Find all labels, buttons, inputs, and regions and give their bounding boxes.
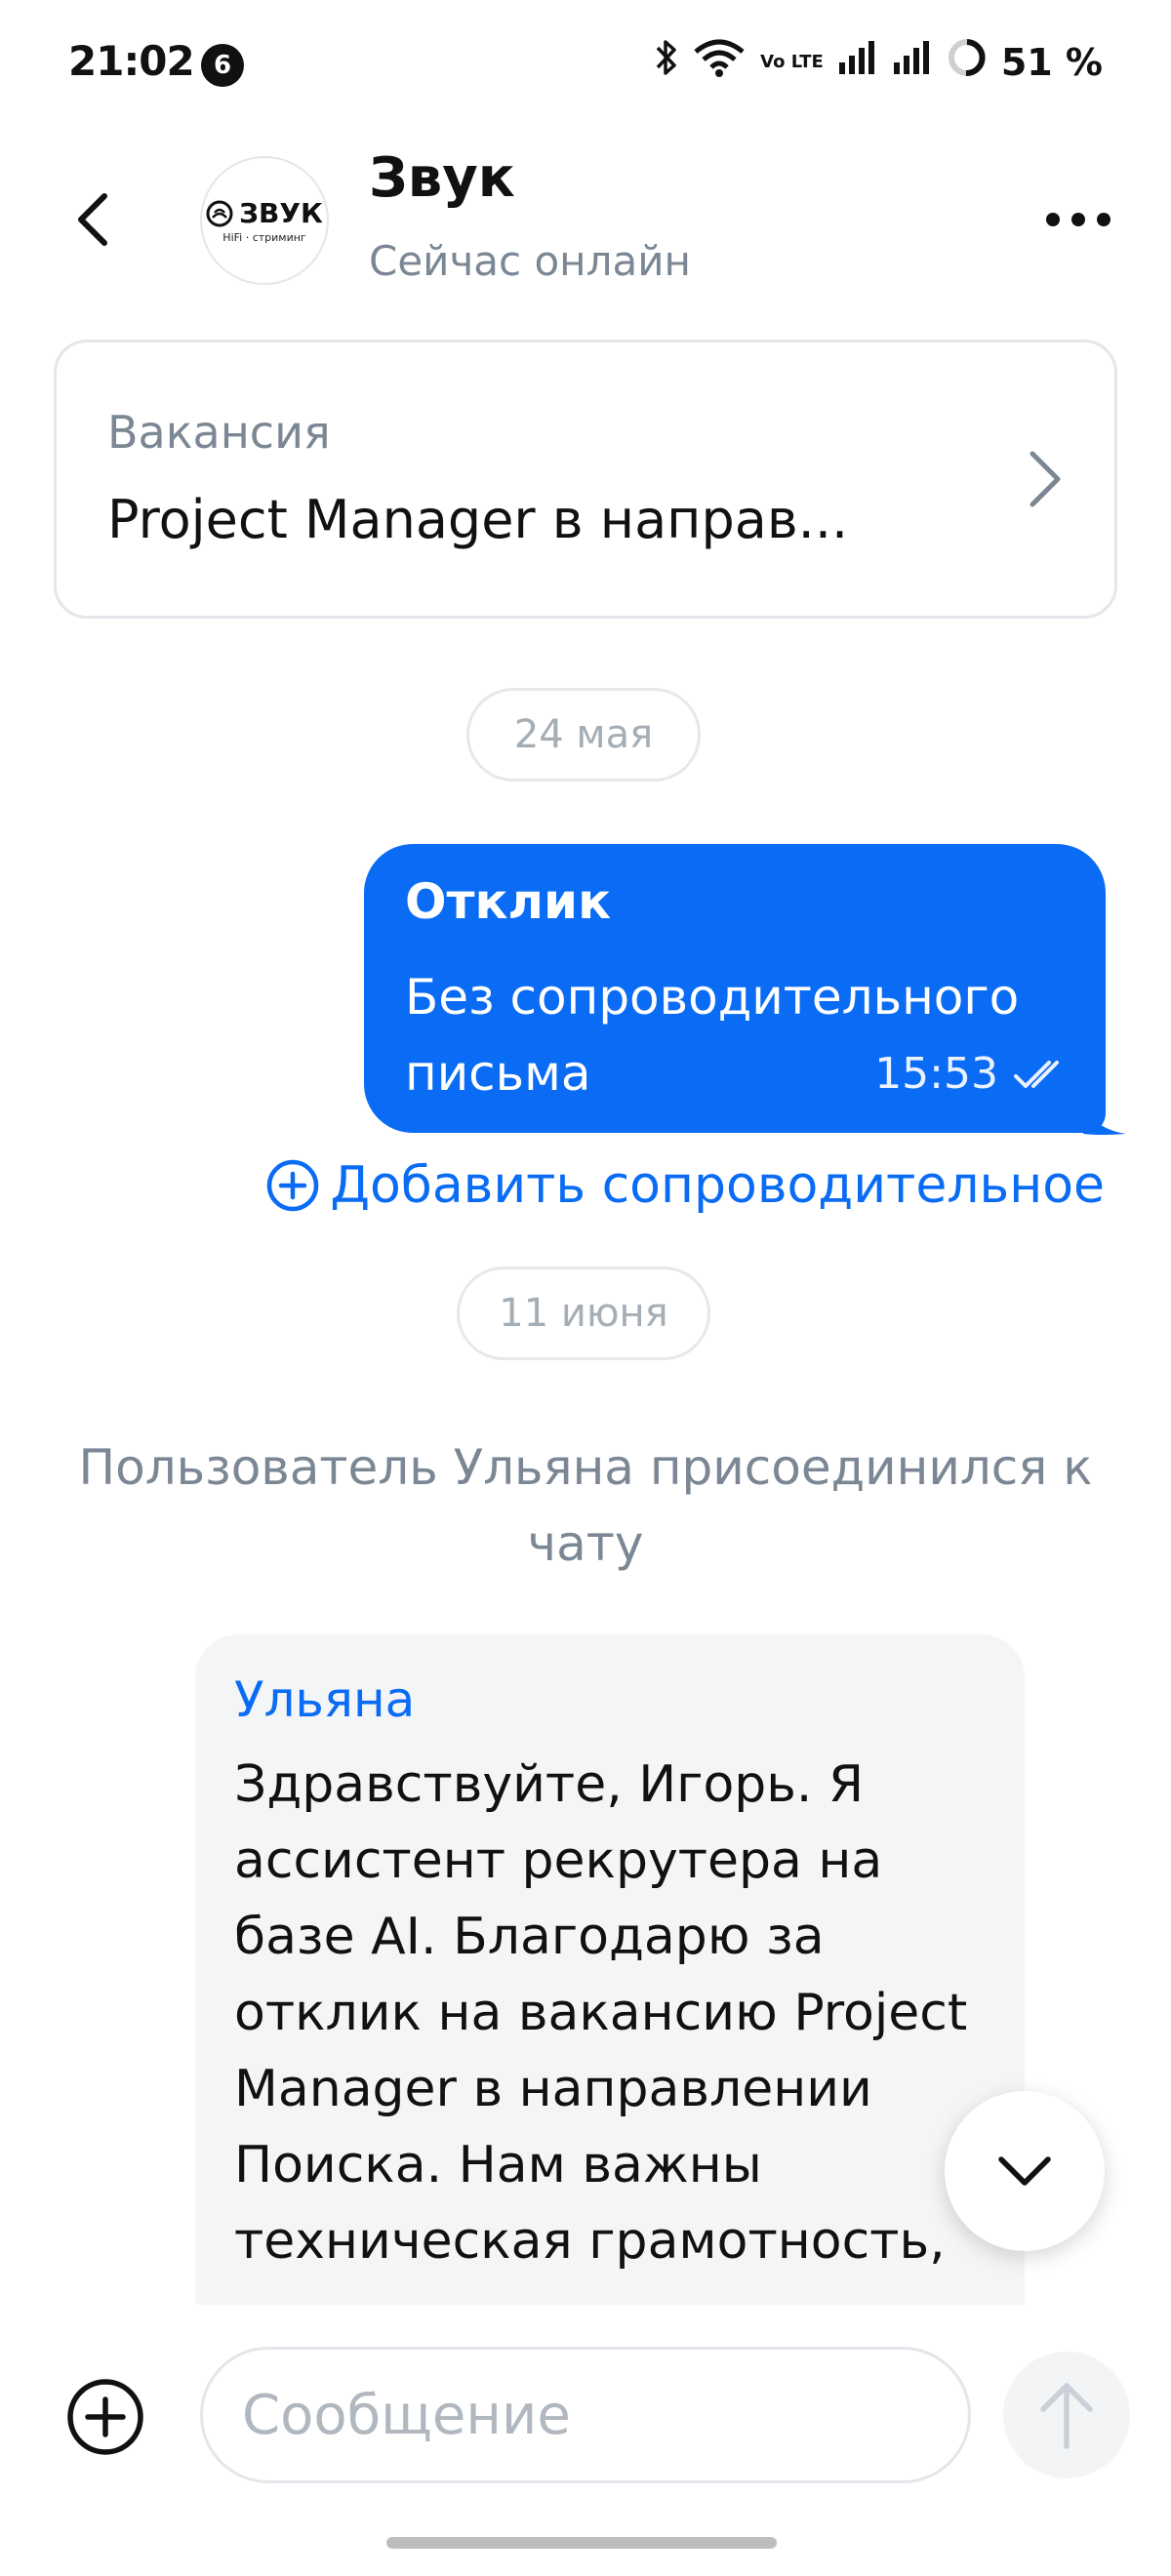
bubble-tail — [1083, 1099, 1126, 1135]
scroll-to-bottom-button[interactable] — [945, 2091, 1105, 2251]
add-cover-letter-link[interactable]: Добавить сопроводительное — [265, 1156, 1105, 1215]
message-text: Здравствуйте, Игорь. Я ассистент рекруте… — [234, 1755, 968, 2271]
add-cover-letter-label: Добавить сопроводительное — [330, 1156, 1105, 1215]
back-button[interactable] — [59, 181, 127, 259]
date-separator: 24 мая — [466, 688, 701, 782]
more-dot-icon — [1046, 213, 1060, 226]
outgoing-message[interactable]: Отклик Без сопроводительного письма 15:5… — [364, 844, 1106, 1133]
chevron-left-icon — [78, 193, 107, 246]
vacancy-card[interactable]: Вакансия Project Manager в направ... — [54, 340, 1117, 619]
chevron-down-icon — [998, 2156, 1051, 2186]
send-button[interactable] — [1003, 2352, 1130, 2478]
status-icons: Vo LTE 51 % — [655, 37, 1103, 87]
date-separator: 11 июня — [457, 1267, 710, 1360]
wifi-icon — [692, 38, 747, 86]
arrow-up-icon — [1040, 2383, 1093, 2449]
message-sender: Ульяна — [234, 1671, 416, 1728]
signal-icon-sim1 — [837, 39, 878, 85]
double-check-icon — [1014, 1060, 1059, 1088]
avatar-brand: ЗВУК — [239, 197, 323, 229]
message-time: 15:53 — [874, 1049, 998, 1099]
avatar-subtitle: HiFi · стриминг — [222, 231, 306, 244]
chat-avatar[interactable]: ЗВУК HiFi · стриминг — [200, 156, 329, 285]
vacancy-name: Project Manager в направ... — [107, 489, 849, 550]
bluetooth-icon — [655, 38, 678, 86]
status-time: 21:02 — [68, 37, 195, 85]
more-options-button[interactable] — [1034, 195, 1122, 244]
message-meta: 15:53 — [874, 1049, 1074, 1099]
battery-icon — [947, 37, 988, 87]
system-message: Пользователь Ульяна присоединился к чату — [78, 1439, 1093, 1572]
message-input[interactable] — [200, 2347, 971, 2483]
add-circle-icon — [267, 1159, 319, 1212]
plus-circle-icon — [67, 2379, 143, 2455]
volte-indicator: Vo LTE — [760, 51, 824, 72]
signal-icon-sim2 — [892, 39, 933, 85]
chevron-right-icon — [1025, 448, 1064, 514]
more-dot-icon — [1071, 213, 1085, 226]
home-indicator — [386, 2537, 777, 2549]
notification-count-badge: 6 — [201, 44, 244, 87]
battery-level: 51 % — [1000, 40, 1103, 84]
chat-status: Сейчас онлайн — [369, 237, 691, 285]
incoming-message[interactable]: Ульяна Здравствуйте, Игорь. Я ассистент … — [195, 1634, 1025, 2317]
more-dot-icon — [1097, 213, 1110, 226]
message-title: Отклик — [405, 873, 612, 930]
chat-title: Звук — [369, 146, 515, 210]
zvuk-logo-icon — [206, 200, 233, 226]
attach-button[interactable] — [64, 2376, 146, 2458]
vacancy-label: Вакансия — [107, 406, 331, 459]
